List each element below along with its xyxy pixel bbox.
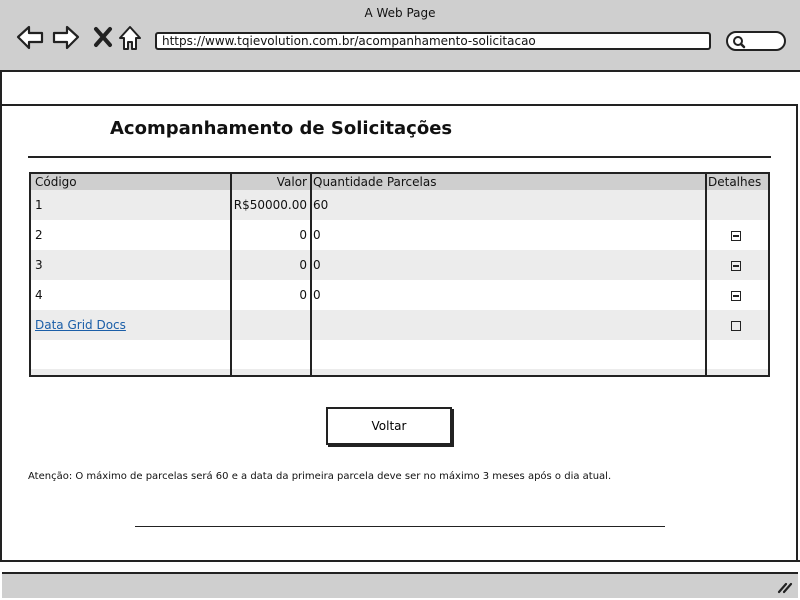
cell-code: 1 [35, 198, 43, 212]
table-row [31, 340, 768, 369]
column-divider [310, 174, 312, 375]
data-grid: Código Valor Quantidade Parcelas Detalhe… [29, 172, 770, 377]
column-divider [705, 174, 707, 375]
column-header-value[interactable]: Valor [277, 175, 307, 189]
attention-note: Atenção: O máximo de parcelas será 60 e … [28, 471, 612, 482]
page-title: Acompanhamento de Solicitações [110, 118, 453, 139]
cell-value: 0 [299, 288, 307, 302]
cell-code: 3 [35, 258, 43, 272]
url-bar[interactable]: https://www.tqievolution.com.br/acompanh… [155, 32, 711, 50]
column-header-installments[interactable]: Quantidade Parcelas [313, 175, 436, 189]
cell-installments: 0 [313, 288, 321, 302]
cell-value: 0 [299, 228, 307, 242]
minus-square-icon[interactable] [731, 231, 741, 241]
cell-installments: 60 [313, 198, 329, 212]
browser-toolbar [2, 72, 798, 106]
back-button[interactable]: Voltar [326, 407, 452, 445]
home-icon[interactable] [117, 24, 145, 52]
table-row[interactable] [31, 280, 768, 310]
minus-square-icon[interactable] [731, 291, 741, 301]
forward-arrow-icon[interactable] [52, 24, 80, 52]
search-field[interactable] [726, 31, 786, 51]
bottom-divider [135, 526, 665, 527]
table-row [31, 310, 768, 340]
cell-value: R$50000.00 [233, 198, 307, 212]
cell-value: 0 [299, 258, 307, 272]
resize-grip-icon[interactable] [776, 578, 794, 594]
cell-code: 4 [35, 288, 43, 302]
search-icon [733, 36, 746, 49]
column-header-details[interactable]: Detalhes [708, 175, 761, 189]
title-divider [28, 156, 771, 158]
minus-square-icon[interactable] [731, 261, 741, 271]
data-grid-docs-link[interactable]: Data Grid Docs [35, 318, 126, 332]
cell-installments: 0 [313, 228, 321, 242]
empty-square-icon[interactable] [731, 321, 741, 331]
table-row[interactable] [31, 190, 768, 220]
column-header-code[interactable]: Código [35, 175, 77, 189]
column-divider [230, 174, 232, 375]
cell-installments: 0 [313, 258, 321, 272]
statusbar-panel [2, 572, 798, 598]
close-icon[interactable] [90, 24, 118, 52]
window-title: A Web Page [364, 6, 436, 20]
cell-code: 2 [35, 228, 43, 242]
table-row [31, 369, 768, 375]
table-row[interactable] [31, 220, 768, 250]
table-row[interactable] [31, 250, 768, 280]
back-arrow-icon[interactable] [16, 24, 44, 52]
